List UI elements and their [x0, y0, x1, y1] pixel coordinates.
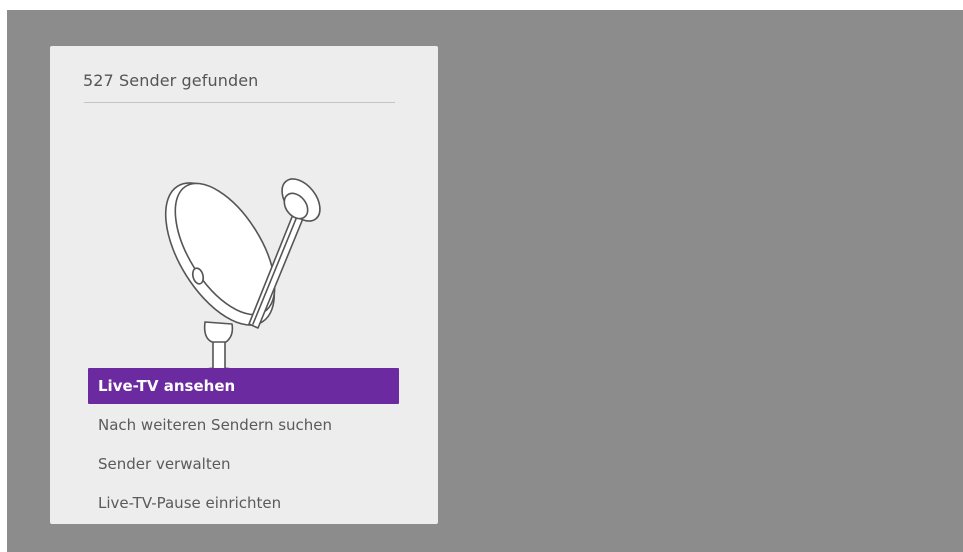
satellite-dish-icon — [164, 178, 321, 393]
menu-item-setup-live-tv-pause[interactable]: Live-TV-Pause einrichten — [88, 485, 399, 521]
menu-item-watch-live-tv[interactable]: Live-TV ansehen — [88, 368, 399, 404]
tv-screen: 527 Sender gefunden Live-TV ansehen Nach… — [7, 10, 963, 552]
dialog-menu: Live-TV ansehen Nach weiteren Sendern su… — [88, 368, 399, 524]
menu-item-manage-channels[interactable]: Sender verwalten — [88, 446, 399, 482]
channels-found-dialog: 527 Sender gefunden Live-TV ansehen Nach… — [50, 46, 438, 524]
dialog-title: 527 Sender gefunden — [83, 71, 259, 90]
menu-item-search-more-channels[interactable]: Nach weiteren Sendern suchen — [88, 407, 399, 443]
title-divider — [84, 102, 395, 103]
